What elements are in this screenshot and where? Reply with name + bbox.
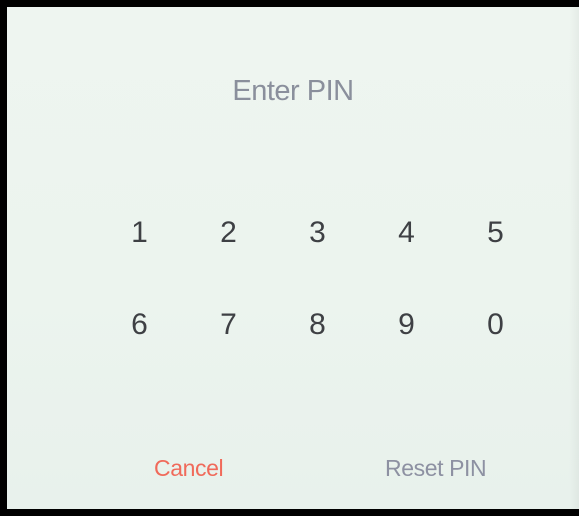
reset-pin-button[interactable]: Reset PIN [385, 455, 487, 482]
key-label: 4 [398, 216, 415, 249]
pin-entry-screen: Enter PIN 1 2 3 4 5 6 7 8 9 0 Cancel Res… [7, 7, 579, 509]
key-3[interactable]: 3 [273, 203, 362, 263]
key-7[interactable]: 7 [184, 295, 273, 355]
key-label: 7 [220, 308, 237, 341]
key-2[interactable]: 2 [184, 203, 273, 263]
device-frame: Enter PIN 1 2 3 4 5 6 7 8 9 0 Cancel Res… [0, 0, 579, 516]
key-1[interactable]: 1 [95, 203, 184, 263]
key-label: 6 [131, 308, 148, 341]
key-label: 5 [487, 216, 504, 249]
key-label: 1 [131, 216, 148, 249]
cancel-button[interactable]: Cancel [154, 455, 224, 482]
screen-edge-shade [569, 7, 579, 509]
key-label: 0 [487, 308, 504, 341]
key-8[interactable]: 8 [273, 295, 362, 355]
key-label: 8 [309, 308, 326, 341]
key-label: 2 [220, 216, 237, 249]
key-9[interactable]: 9 [362, 295, 451, 355]
page-title: Enter PIN [232, 75, 354, 107]
numeric-keypad: 1 2 3 4 5 6 7 8 9 0 [95, 203, 540, 363]
key-label: 3 [309, 216, 326, 249]
key-4[interactable]: 4 [362, 203, 451, 263]
key-0[interactable]: 0 [451, 295, 540, 355]
key-6[interactable]: 6 [95, 295, 184, 355]
key-label: 9 [398, 308, 415, 341]
key-5[interactable]: 5 [451, 203, 540, 263]
